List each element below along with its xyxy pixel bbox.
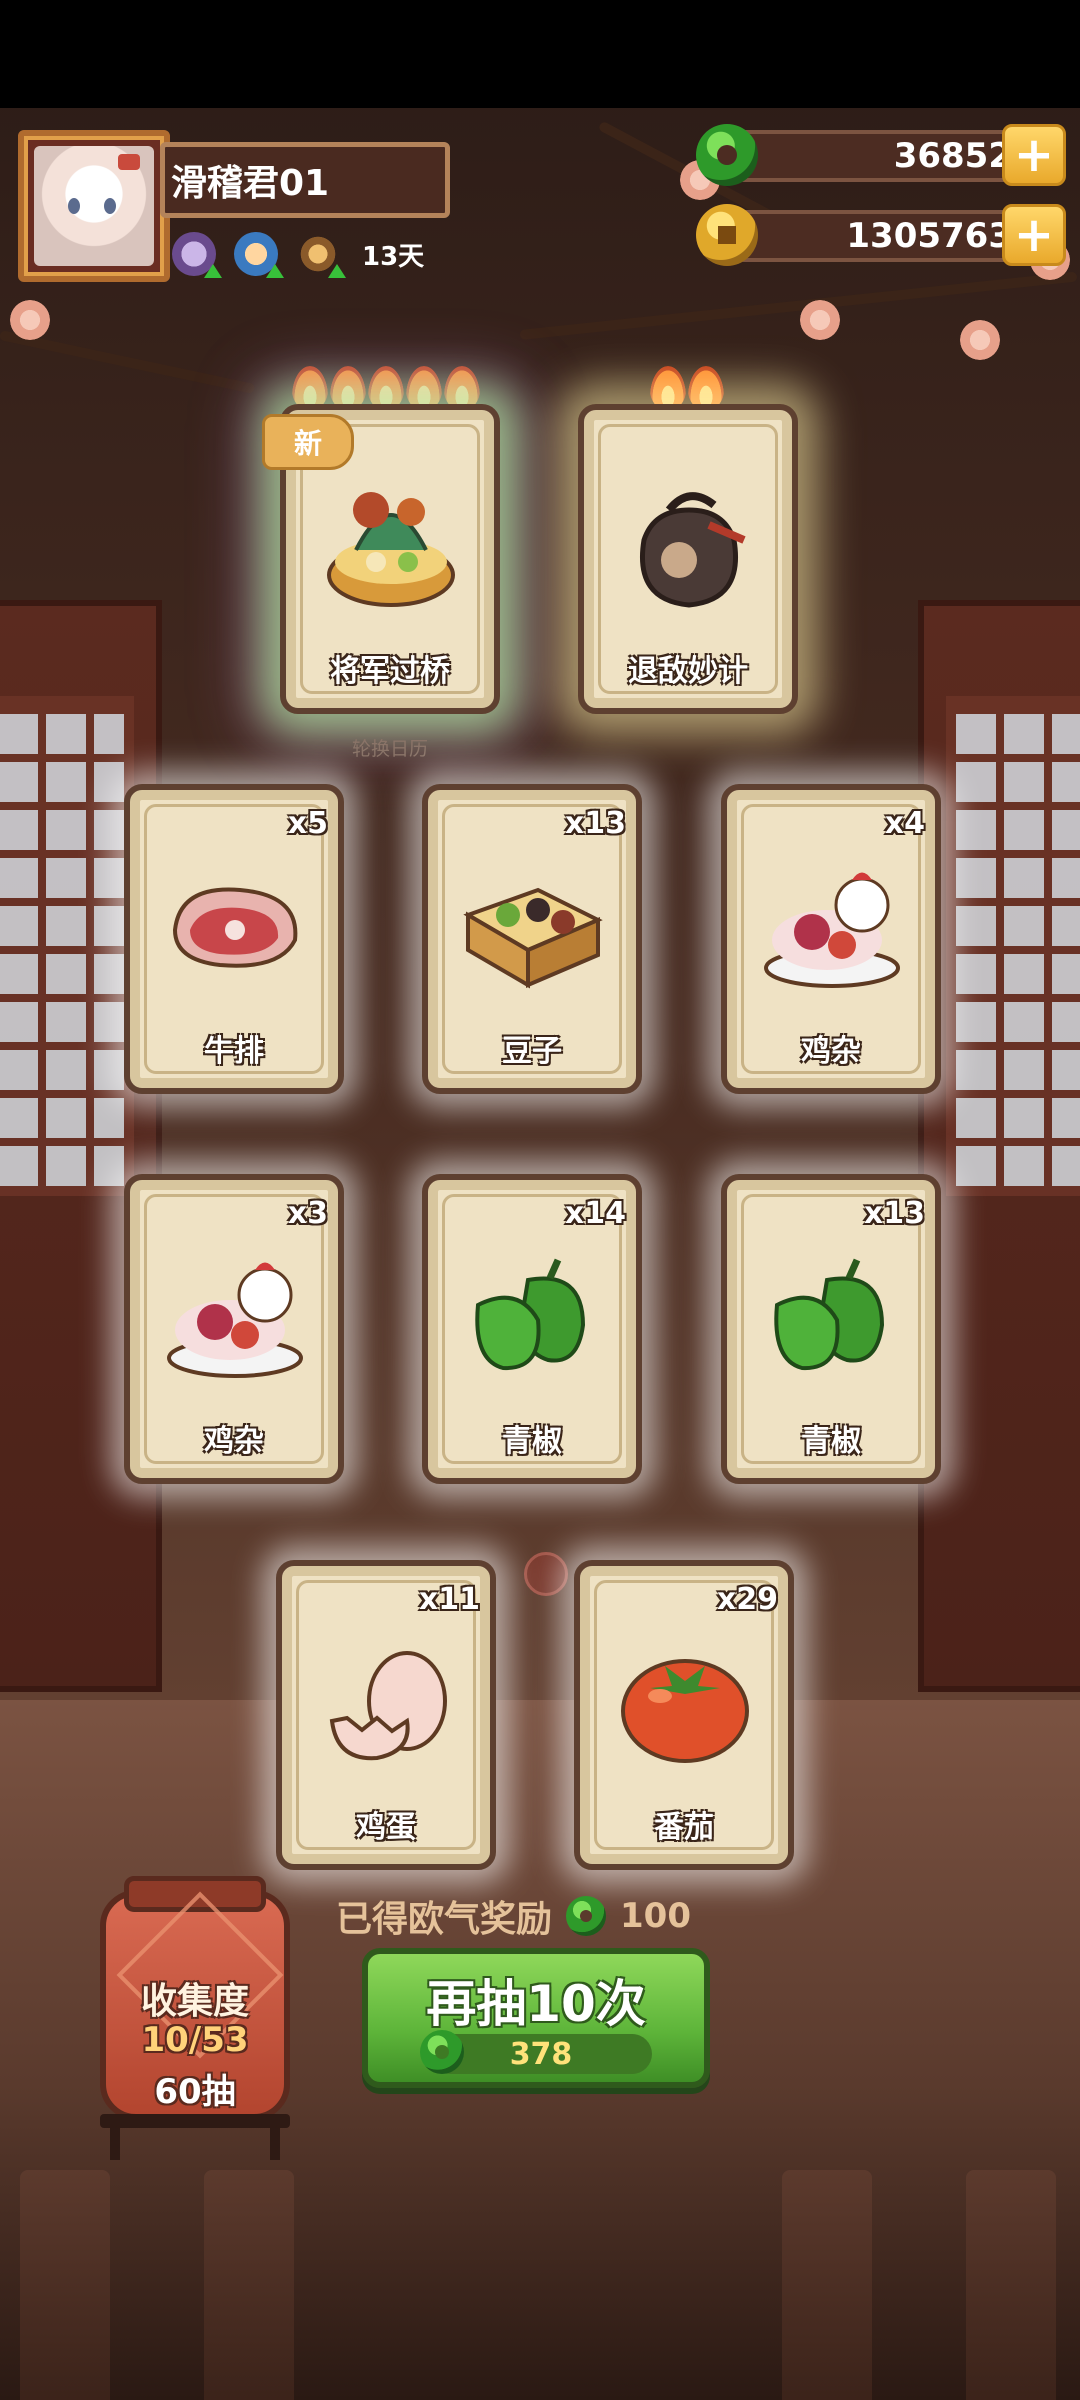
card-count: x29 (716, 1582, 778, 1617)
card-steak[interactable]: x5 牛排 (124, 784, 344, 1094)
draw-cost: 378 (420, 2030, 652, 2074)
tool-upgrade-icon[interactable] (296, 232, 346, 278)
fence-post (20, 2170, 110, 2400)
card-count: x13 (564, 806, 626, 841)
card-count: x3 (287, 1196, 328, 1231)
collection-progress-lantern[interactable]: 收集度 10/53 60抽 (100, 1876, 290, 2120)
jade-coin-icon (420, 2030, 464, 2074)
chicken-icon (764, 872, 900, 988)
noodle-bowl-icon (327, 492, 455, 607)
add-gold-button[interactable]: + (1002, 204, 1066, 266)
reward-value: 100 (620, 1896, 691, 1936)
blossom-icon (800, 300, 840, 340)
gold-value: 1305763 (846, 216, 1012, 256)
card-name: 鸡杂 (801, 1034, 861, 1069)
gold-currency: 1305763 + (696, 204, 1066, 266)
card-name: 番茄 (654, 1810, 714, 1845)
collection-title: 收集度 (140, 1981, 249, 2022)
collection-progress: 10/53 (141, 2020, 249, 2060)
card-tomato[interactable]: x29 番茄 (574, 1560, 794, 1870)
card-beans[interactable]: x13 豆子 (422, 784, 642, 1094)
player-name: 滑稽君01 (171, 163, 330, 204)
days-count: 13天 (362, 241, 425, 272)
rotation-calendar-link[interactable]: 轮换日历 (330, 734, 450, 761)
gold-coin-icon (696, 204, 758, 266)
card-count: x13 (863, 1196, 925, 1231)
draw-10-again-button[interactable]: 再抽10次 378 (362, 1948, 710, 2088)
chicken-icon (167, 1262, 303, 1378)
draw-cost-value: 378 (509, 2036, 573, 2072)
fence-post (782, 2170, 872, 2400)
card-name: 退敌妙计 (628, 654, 748, 689)
card-name: 将军过桥 (330, 654, 450, 689)
draw-button-label: 再抽10次 (426, 1975, 646, 2033)
beans-box-icon (463, 887, 603, 989)
tomato-icon (621, 1659, 749, 1763)
card-name: 牛排 (204, 1034, 264, 1069)
lantern-leg (110, 2120, 120, 2160)
card-green-pepper[interactable]: x13 青椒 (721, 1174, 941, 1484)
blossom-icon (10, 300, 50, 340)
fence-post (204, 2170, 294, 2400)
add-jade-button[interactable]: + (1002, 124, 1066, 186)
green-pepper-icon (475, 1258, 586, 1371)
card-green-pepper[interactable]: x14 青椒 (422, 1174, 642, 1484)
player-avatar-frame[interactable] (18, 130, 170, 282)
right-lattice-wall (918, 600, 1080, 1692)
blossom-branch (0, 330, 256, 394)
card-name: 青椒 (502, 1424, 562, 1459)
egg-icon (329, 1651, 447, 1761)
dish-upgrade-icon[interactable] (234, 232, 284, 278)
featured-card-strategy[interactable]: 退敌妙计 (578, 404, 798, 714)
card-count: x11 (418, 1582, 480, 1617)
card-name: 豆子 (502, 1034, 562, 1069)
player-name-plate: 滑稽君01 (160, 142, 450, 218)
card-count: x5 (287, 806, 328, 841)
center-ornament-icon (524, 1552, 568, 1596)
card-name: 鸡蛋 (356, 1810, 416, 1845)
green-pepper-icon (774, 1258, 885, 1371)
card-chicken[interactable]: x4 鸡杂 (721, 784, 941, 1094)
blossom-icon (960, 320, 1000, 360)
character-upgrade-icon[interactable] (172, 232, 222, 278)
left-lattice-wall (0, 600, 162, 1692)
player-status-icons: 13天 (172, 232, 425, 278)
game-scene: 滑稽君01 13天 36852 + 1305763 + 将军过桥 新 退敌妙计 … (0, 0, 1080, 2400)
card-chicken[interactable]: x3 鸡杂 (124, 1174, 344, 1484)
card-name: 青椒 (801, 1424, 861, 1459)
card-name: 鸡杂 (204, 1424, 264, 1459)
jade-coin-icon (696, 124, 758, 186)
strategy-bag-icon (640, 492, 746, 608)
card-count: x4 (884, 806, 925, 841)
lantern-stand (100, 2114, 290, 2128)
reward-label: 已得欧气奖励 (336, 1899, 553, 1940)
jade-coin-icon (566, 1896, 607, 1936)
collection-pulls: 60抽 (154, 2072, 236, 2112)
jade-currency: 36852 + (696, 124, 1066, 186)
card-count: x14 (564, 1196, 626, 1231)
lantern-leg (270, 2120, 280, 2160)
jade-value: 36852 (893, 136, 1012, 176)
fence-post (966, 2170, 1056, 2400)
new-badge: 新 (262, 414, 354, 470)
steak-icon (172, 887, 298, 968)
reward-line: 已得欧气奖励 100 (336, 1890, 691, 1942)
avatar (34, 146, 154, 266)
card-egg[interactable]: x11 鸡蛋 (276, 1560, 496, 1870)
status-bar (0, 0, 1080, 108)
